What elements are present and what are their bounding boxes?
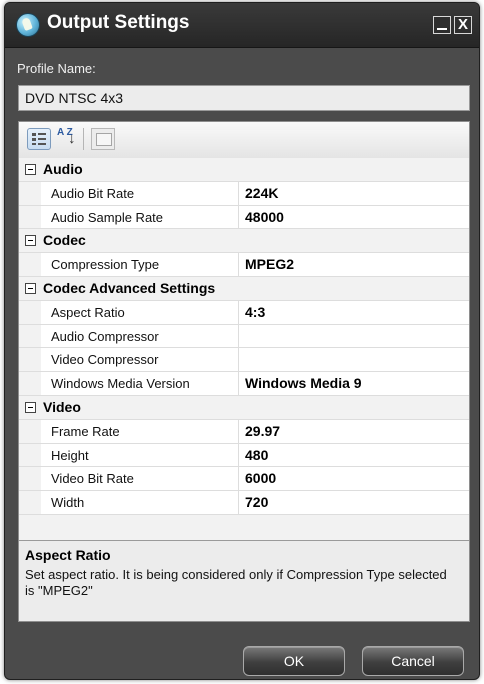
row-gutter bbox=[19, 491, 41, 514]
column-divider[interactable] bbox=[238, 348, 239, 372]
toolbar-separator bbox=[83, 128, 84, 150]
property-row[interactable]: Audio Bit Rate 224K bbox=[19, 181, 469, 206]
column-divider[interactable] bbox=[238, 205, 239, 229]
profile-name-label: Profile Name: bbox=[17, 61, 96, 76]
property-grid: A Z ↓ Audio Audio Bit Rate 224K Audio Sampl… bbox=[18, 121, 470, 622]
property-name: Video Bit Rate bbox=[51, 471, 134, 487]
property-name: Audio Compressor bbox=[51, 328, 159, 344]
collapse-toggle-icon[interactable] bbox=[25, 401, 36, 413]
property-value[interactable]: 480 bbox=[245, 447, 268, 463]
row-gutter bbox=[19, 253, 41, 276]
category-label: Audio bbox=[43, 161, 83, 177]
description-title: Aspect Ratio bbox=[25, 547, 111, 563]
collapse-toggle-icon[interactable] bbox=[25, 164, 36, 175]
property-row[interactable]: Video Compressor bbox=[19, 348, 469, 373]
row-gutter bbox=[19, 205, 41, 229]
category-label: Video bbox=[43, 398, 81, 415]
property-name: Frame Rate bbox=[51, 423, 120, 439]
category-row[interactable]: Audio bbox=[19, 158, 469, 182]
row-gutter bbox=[19, 348, 41, 372]
column-divider[interactable] bbox=[238, 181, 239, 205]
property-name: Audio Sample Rate bbox=[51, 209, 164, 225]
row-gutter bbox=[19, 324, 41, 348]
property-row[interactable]: Aspect Ratio 4:3 bbox=[19, 300, 469, 325]
column-divider[interactable] bbox=[238, 491, 239, 514]
column-divider[interactable] bbox=[238, 300, 239, 324]
property-value[interactable]: 224K bbox=[245, 185, 278, 201]
property-name: Audio Bit Rate bbox=[51, 185, 135, 201]
property-pages-button[interactable] bbox=[91, 128, 115, 150]
property-name: Height bbox=[51, 447, 89, 463]
column-divider[interactable] bbox=[238, 324, 239, 348]
row-gutter bbox=[19, 419, 41, 443]
title-bar[interactable]: Output Settings X bbox=[5, 3, 479, 48]
description-text: Set aspect ratio. It is being considered… bbox=[25, 567, 447, 598]
row-gutter bbox=[19, 300, 41, 324]
alphabetical-sort-button[interactable]: A Z ↓ bbox=[55, 128, 79, 150]
category-row[interactable]: Video bbox=[19, 395, 469, 420]
property-row[interactable]: Audio Compressor bbox=[19, 324, 469, 349]
row-gutter bbox=[19, 443, 41, 467]
property-name: Compression Type bbox=[51, 257, 160, 273]
property-name: Video Compressor bbox=[51, 352, 159, 368]
property-value[interactable]: 4:3 bbox=[245, 304, 265, 320]
description-pane: Aspect Ratio Set aspect ratio. It is bei… bbox=[19, 540, 469, 621]
output-settings-window: Output Settings X Profile Name: DVD NTSC… bbox=[4, 2, 480, 680]
collapse-toggle-icon[interactable] bbox=[25, 235, 36, 247]
close-button[interactable]: X bbox=[454, 16, 472, 34]
property-grid-toolbar: A Z ↓ bbox=[19, 122, 469, 159]
property-value[interactable]: Windows Media 9 bbox=[245, 375, 362, 391]
property-name: Windows Media Version bbox=[51, 376, 190, 392]
property-row[interactable]: Compression Type MPEG2 bbox=[19, 253, 469, 277]
property-row[interactable]: Audio Sample Rate 48000 bbox=[19, 205, 469, 230]
column-divider[interactable] bbox=[238, 419, 239, 443]
property-row[interactable]: Windows Media Version Windows Media 9 bbox=[19, 372, 469, 396]
property-value[interactable]: 29.97 bbox=[245, 423, 280, 439]
collapse-toggle-icon[interactable] bbox=[25, 282, 36, 294]
column-divider[interactable] bbox=[238, 467, 239, 491]
category-label: Codec Advanced Settings bbox=[43, 279, 216, 296]
property-row[interactable]: Frame Rate 29.97 bbox=[19, 419, 469, 444]
profile-name-field[interactable]: DVD NTSC 4x3 bbox=[18, 85, 470, 111]
property-row[interactable]: Height 480 bbox=[19, 443, 469, 468]
categorized-view-button[interactable] bbox=[27, 128, 51, 150]
column-divider[interactable] bbox=[238, 372, 239, 395]
minimize-button[interactable] bbox=[433, 16, 451, 34]
window-title: Output Settings bbox=[47, 12, 190, 33]
category-label: Codec bbox=[43, 232, 86, 249]
row-gutter bbox=[19, 467, 41, 491]
column-divider[interactable] bbox=[238, 253, 239, 276]
property-value[interactable]: 6000 bbox=[245, 470, 276, 486]
cancel-button[interactable]: Cancel bbox=[362, 646, 464, 676]
column-divider[interactable] bbox=[238, 443, 239, 467]
property-row[interactable]: Width 720 bbox=[19, 491, 469, 515]
row-gutter bbox=[19, 372, 41, 395]
down-arrow-icon: ↓ bbox=[68, 130, 76, 147]
row-gutter bbox=[19, 181, 41, 205]
app-icon bbox=[16, 13, 40, 37]
property-rows: Audio Audio Bit Rate 224K Audio Sample Rate… bbox=[19, 158, 469, 515]
property-name: Aspect Ratio bbox=[51, 304, 125, 320]
property-name: Width bbox=[51, 495, 85, 511]
property-row[interactable]: Video Bit Rate 6000 bbox=[19, 467, 469, 492]
category-row[interactable]: Codec Advanced Settings bbox=[19, 276, 469, 301]
property-value[interactable]: MPEG2 bbox=[245, 256, 294, 272]
ok-button[interactable]: OK bbox=[243, 646, 345, 676]
category-row[interactable]: Codec bbox=[19, 229, 469, 254]
property-value[interactable]: 48000 bbox=[245, 209, 284, 225]
property-value[interactable]: 720 bbox=[245, 494, 268, 510]
